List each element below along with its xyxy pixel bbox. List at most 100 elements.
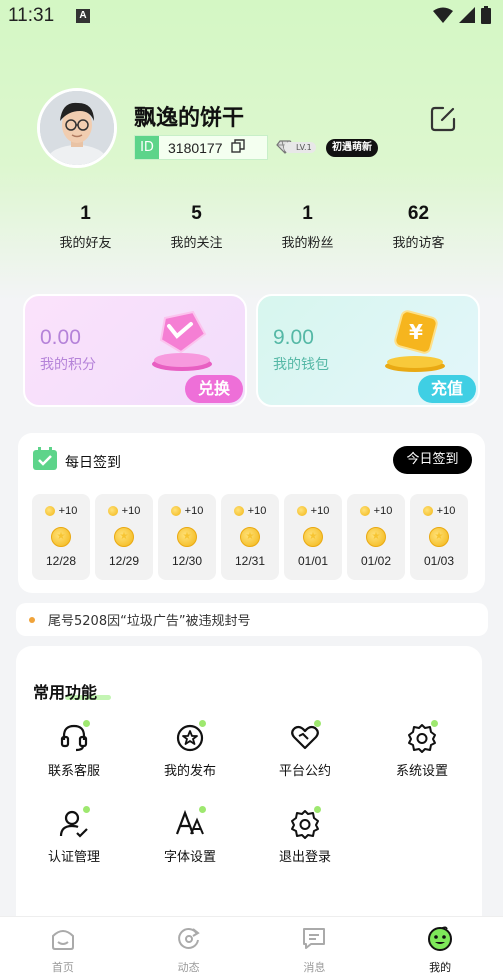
wifi-icon: [433, 7, 453, 23]
recharge-button[interactable]: 充值: [418, 375, 476, 403]
day-date: 01/02: [360, 554, 392, 568]
exchange-button[interactable]: 兑换: [185, 375, 243, 403]
gear-logout-icon: [289, 806, 321, 840]
func-font-settings[interactable]: 字体设置: [145, 806, 235, 865]
edit-icon: [430, 106, 456, 132]
day-reward-value: +10: [310, 505, 330, 517]
id-value: 3180177: [168, 139, 223, 156]
status-bar: 11:31 A: [0, 0, 503, 34]
message-icon: [303, 928, 326, 949]
wallet-value: 9.00: [273, 326, 314, 349]
day-date: 12/28: [45, 554, 77, 568]
stat-value: 5: [191, 203, 202, 224]
level-text: LV.1: [284, 141, 316, 153]
notice-dot: [29, 616, 35, 623]
status-icons: [433, 6, 491, 24]
day-date: 12/29: [108, 554, 140, 568]
signal-icon: [459, 7, 475, 23]
gem-icon: [152, 310, 212, 371]
func-label: 认证管理: [47, 850, 100, 865]
nav-messages[interactable]: 消息: [252, 917, 378, 980]
stat-label: 我的好友: [59, 236, 112, 251]
stat-label: 我的关注: [170, 236, 223, 251]
stat-following[interactable]: 5 我的关注: [141, 200, 252, 260]
day-reward-value: +10: [436, 505, 456, 517]
star-circle-icon: [174, 720, 206, 754]
nav-label: 我的: [429, 961, 452, 974]
coin-star-icon: [114, 527, 134, 547]
coin-icon: [422, 506, 433, 516]
stat-fans[interactable]: 1 我的粉丝: [252, 200, 363, 260]
bottom-nav: 首页 动态 消息 我的: [0, 916, 503, 980]
func-platform-rules[interactable]: 平台公约: [260, 720, 350, 779]
indicator-dot: [314, 720, 321, 727]
coin-star-icon: [240, 527, 260, 547]
day-reward-value: +10: [184, 505, 204, 517]
func-contact-service[interactable]: 联系客服: [29, 720, 119, 779]
coin-icon: [359, 506, 370, 516]
func-system-settings[interactable]: 系统设置: [377, 720, 467, 779]
day-reward: +10: [347, 505, 405, 517]
copy-id-button[interactable]: [230, 138, 245, 157]
sign-in-day[interactable]: +10 12/29: [95, 494, 153, 580]
day-date: 01/03: [423, 554, 455, 568]
sign-in-title: 每日签到: [65, 455, 121, 471]
coin-icon: [296, 506, 307, 516]
stat-label: 我的粉丝: [281, 236, 334, 251]
stat-label: 我的访客: [392, 236, 445, 251]
sign-in-button[interactable]: 今日签到: [393, 446, 472, 474]
nav-label: 消息: [303, 961, 326, 974]
coin-star-icon: [177, 527, 197, 547]
wallet-label: 我的钱包: [273, 357, 329, 373]
user-check-icon: [58, 806, 90, 840]
indicator-dot: [431, 720, 438, 727]
indicator-dot: [83, 720, 90, 727]
wallet-card[interactable]: 9.00 我的钱包 ¥ 充值: [256, 294, 480, 407]
day-reward: +10: [284, 505, 342, 517]
coin-icon: [170, 506, 181, 516]
day-reward-value: +10: [373, 505, 393, 517]
stat-visitors[interactable]: 62 我的访客: [363, 200, 474, 260]
coin-star-icon: [429, 527, 449, 547]
sign-in-day[interactable]: +10 12/30: [158, 494, 216, 580]
edit-profile-button[interactable]: [429, 105, 459, 135]
font-icon: [174, 806, 206, 840]
nav-feed[interactable]: 动态: [126, 917, 252, 980]
notice-bar[interactable]: 尾号5208因“垃圾广告”被违规封号: [16, 603, 488, 636]
day-reward-value: +10: [247, 505, 267, 517]
yen-coin-icon: ¥: [385, 310, 445, 372]
nav-home[interactable]: 首页: [0, 917, 126, 980]
coin-icon: [233, 506, 244, 516]
day-reward-value: +10: [121, 505, 141, 517]
sign-in-days: +10 12/28 +10 12/29 +10 12/30 +10 12/31 …: [32, 494, 468, 580]
sign-in-day[interactable]: +10 12/31: [221, 494, 279, 580]
calendar-check-icon: [33, 447, 57, 470]
stat-value: 1: [302, 203, 313, 224]
stat-friends[interactable]: 1 我的好友: [30, 200, 141, 260]
level-badge: LV.1: [276, 140, 316, 154]
stat-value: 62: [407, 203, 430, 224]
sign-in-day[interactable]: +10 01/03: [410, 494, 468, 580]
func-logout[interactable]: 退出登录: [260, 806, 350, 865]
stat-value: 1: [80, 203, 91, 224]
func-my-posts[interactable]: 我的发布: [145, 720, 235, 779]
avatar-image: [40, 91, 114, 165]
nav-label: 首页: [51, 961, 74, 974]
points-value: 0.00: [40, 326, 81, 349]
sign-in-day[interactable]: +10 12/28: [32, 494, 90, 580]
gear-icon: [406, 720, 438, 754]
sign-in-day[interactable]: +10 01/02: [347, 494, 405, 580]
daily-sign-in-panel: 每日签到 今日签到 +10 12/28 +10 12/29 +10 12/30 …: [18, 433, 485, 593]
coin-icon: [107, 506, 118, 516]
func-label: 系统设置: [395, 764, 448, 779]
coin-icon: [44, 506, 55, 516]
points-label: 我的积分: [40, 357, 96, 373]
day-reward-value: +10: [58, 505, 78, 517]
avatar[interactable]: [37, 88, 117, 168]
points-card[interactable]: 0.00 我的积分 兑换: [23, 294, 247, 407]
sign-in-day[interactable]: +10 01/01: [284, 494, 342, 580]
day-reward: +10: [32, 505, 90, 517]
func-label: 平台公约: [278, 764, 331, 779]
func-verification[interactable]: 认证管理: [29, 806, 119, 865]
nav-mine[interactable]: 我的: [377, 917, 503, 980]
